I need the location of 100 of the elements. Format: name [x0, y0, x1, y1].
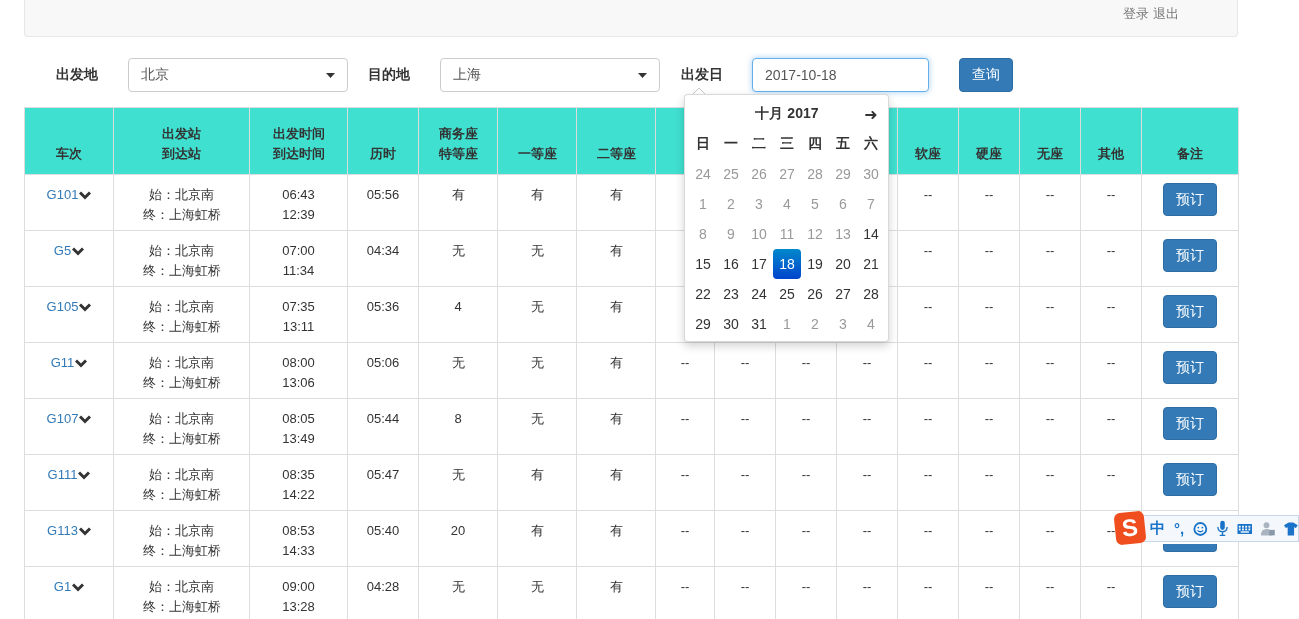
calendar-day[interactable]: 22: [689, 279, 717, 309]
calendar-day[interactable]: 30: [857, 159, 885, 189]
chevron-down-icon[interactable]: [79, 190, 92, 200]
select-field[interactable]: 北京: [128, 58, 348, 92]
calendar-day[interactable]: 1: [773, 309, 801, 339]
calendar-day[interactable]: 25: [717, 159, 745, 189]
microphone-icon[interactable]: [1216, 520, 1228, 537]
ime-logo[interactable]: S: [1113, 510, 1147, 546]
date-input[interactable]: 2017-10-18: [752, 58, 929, 92]
calendar-day[interactable]: 4: [857, 309, 885, 339]
book-button[interactable]: 预订: [1163, 407, 1217, 440]
chevron-down-icon[interactable]: [79, 302, 92, 312]
duration-text: 05:56: [366, 187, 400, 202]
month-title[interactable]: 十月 2017: [755, 105, 819, 123]
calendar-day[interactable]: 23: [717, 279, 745, 309]
calendar-day[interactable]: 29: [689, 309, 717, 339]
calendar-day[interactable]: 28: [857, 279, 885, 309]
calendar-day[interactable]: 24: [745, 279, 773, 309]
calendar-day[interactable]: 17: [745, 249, 773, 279]
calendar-day[interactable]: 6: [829, 189, 857, 219]
weekday-label: 二: [752, 135, 766, 153]
select-field[interactable]: 上海: [440, 58, 660, 92]
book-button[interactable]: 预订: [1163, 239, 1217, 272]
time-text: 11:34: [281, 262, 316, 280]
calendar-day[interactable]: 19: [801, 249, 829, 279]
seat-availability: --: [680, 355, 690, 370]
calendar-day[interactable]: 20: [829, 249, 857, 279]
calendar-day[interactable]: 8: [689, 219, 717, 249]
station-text: 始：北京南: [148, 578, 215, 596]
calendar-day[interactable]: 16: [717, 249, 745, 279]
calendar-day[interactable]: 9: [717, 219, 745, 249]
chevron-down-icon[interactable]: [79, 414, 92, 424]
duration-text: 05:40: [366, 523, 400, 538]
calendar-day[interactable]: 27: [829, 279, 857, 309]
keyboard-icon[interactable]: [1236, 522, 1253, 535]
calendar-day[interactable]: 18: [773, 249, 801, 279]
calendar-day[interactable]: 7: [857, 189, 885, 219]
seat-availability: 无: [530, 355, 544, 370]
chevron-down-icon[interactable]: [72, 246, 85, 256]
calendar-day[interactable]: 26: [745, 159, 773, 189]
duration-text: 04:28: [366, 579, 400, 594]
caret-icon: [326, 72, 335, 78]
nav-link[interactable]: 登录: [1123, 5, 1149, 23]
weekday-label: 五: [836, 135, 850, 153]
seat-availability: 有: [609, 411, 623, 426]
train-link[interactable]: G1: [53, 577, 72, 597]
input-mode-toggle[interactable]: 中: [1150, 519, 1165, 538]
seat-availability: 无: [530, 243, 544, 258]
calendar-day[interactable]: 11: [773, 219, 801, 249]
book-button[interactable]: 预订: [1163, 183, 1217, 216]
calendar-day[interactable]: 5: [801, 189, 829, 219]
train-link[interactable]: G105: [46, 297, 79, 317]
seat-availability: --: [1106, 579, 1116, 594]
nav-link[interactable]: 退出: [1153, 5, 1179, 23]
station-text: 终：上海虹桥: [141, 206, 222, 224]
chevron-down-icon[interactable]: [75, 358, 88, 368]
calendar-day[interactable]: 2: [801, 309, 829, 339]
calendar-day[interactable]: 26: [801, 279, 829, 309]
book-button[interactable]: 预订: [1163, 295, 1217, 328]
calendar-day[interactable]: 3: [745, 189, 773, 219]
train-link[interactable]: G11: [50, 353, 75, 373]
book-button[interactable]: 预订: [1163, 351, 1217, 384]
book-button[interactable]: 预订: [1163, 575, 1217, 608]
time-text: 08:00: [281, 354, 316, 372]
calendar-day[interactable]: 30: [717, 309, 745, 339]
shirt-icon[interactable]: [1284, 521, 1298, 536]
smiley-icon[interactable]: [1193, 520, 1208, 537]
calendar-day[interactable]: 31: [745, 309, 773, 339]
calendar-day[interactable]: 14: [857, 219, 885, 249]
calendar-day[interactable]: 2: [717, 189, 745, 219]
train-link[interactable]: G5: [53, 241, 72, 261]
seat-availability: --: [862, 579, 872, 594]
punctuation-toggle[interactable]: °,: [1174, 520, 1185, 537]
book-button[interactable]: 预订: [1163, 463, 1217, 496]
seat-availability: --: [680, 411, 690, 426]
chevron-down-icon[interactable]: [78, 470, 91, 480]
seat-availability: --: [1045, 243, 1055, 258]
calendar-day[interactable]: 25: [773, 279, 801, 309]
search-button[interactable]: 查询: [959, 58, 1013, 92]
calendar-day[interactable]: 24: [689, 159, 717, 189]
next-month-arrow[interactable]: ➜: [864, 104, 878, 124]
chevron-down-icon[interactable]: [78, 526, 91, 536]
calendar-day[interactable]: 29: [829, 159, 857, 189]
calendar-day[interactable]: 27: [773, 159, 801, 189]
calendar-day[interactable]: 10: [745, 219, 773, 249]
seat-availability: --: [984, 579, 994, 594]
user-icon[interactable]: [1261, 521, 1276, 536]
train-link[interactable]: G113: [47, 521, 78, 541]
seat-availability: --: [984, 355, 994, 370]
train-link[interactable]: G101: [46, 185, 79, 205]
time-text: 07:00: [281, 242, 316, 260]
calendar-day[interactable]: 28: [801, 159, 829, 189]
calendar-day[interactable]: 4: [773, 189, 801, 219]
calendar-day[interactable]: 21: [857, 249, 885, 279]
calendar-day[interactable]: 3: [829, 309, 857, 339]
train-link[interactable]: G111: [47, 465, 78, 485]
chevron-down-icon[interactable]: [72, 582, 85, 592]
calendar-day[interactable]: 13: [829, 219, 857, 249]
calendar-day[interactable]: 12: [801, 219, 829, 249]
train-link[interactable]: G107: [46, 409, 79, 429]
